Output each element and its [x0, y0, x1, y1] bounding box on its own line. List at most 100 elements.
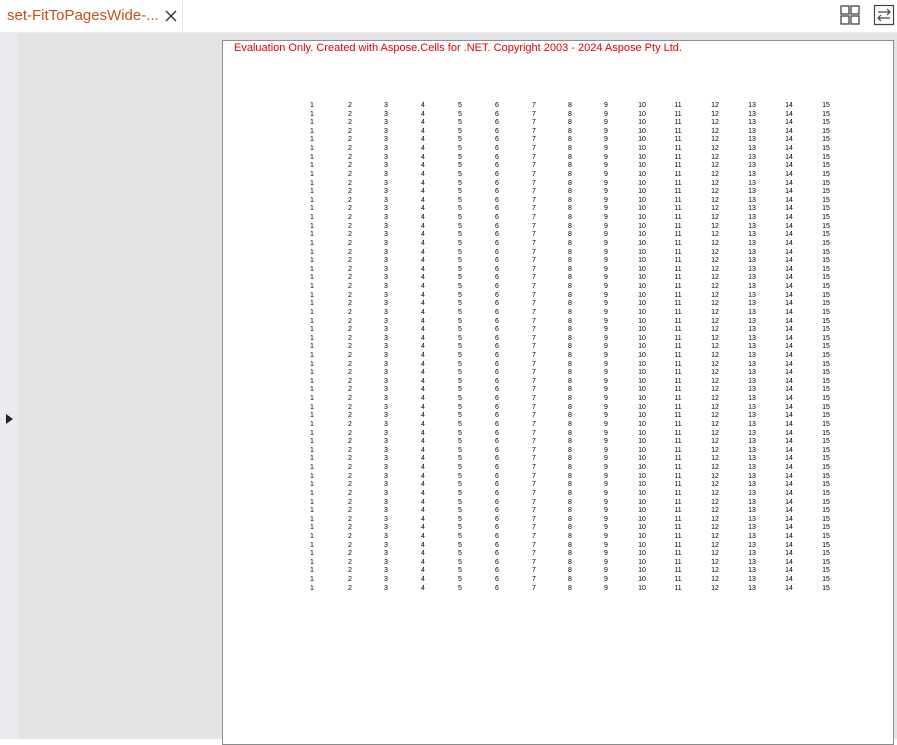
cell-value: 4: [421, 136, 425, 144]
cell-value: 3: [384, 196, 388, 204]
cell-value: 14: [785, 248, 793, 256]
cell-value: 3: [384, 576, 388, 584]
cell-value: 4: [421, 515, 425, 523]
cell-value: 1: [310, 265, 314, 273]
cell-value: 3: [384, 239, 388, 247]
cell-value: 6: [495, 188, 499, 196]
cell-value: 13: [748, 214, 756, 222]
cell-value: 11: [674, 507, 682, 515]
cell-value: 11: [674, 188, 682, 196]
cell-value: 7: [532, 429, 536, 437]
cell-value: 7: [532, 274, 536, 282]
cell-value: 7: [532, 576, 536, 584]
cell-value: 2: [348, 248, 352, 256]
cell-value: 2: [348, 343, 352, 351]
cell-value: 6: [495, 515, 499, 523]
cell-value: 4: [421, 231, 425, 239]
cell-value: 15: [822, 420, 830, 428]
cell-value: 3: [384, 369, 388, 377]
cell-value: 2: [348, 326, 352, 334]
cell-value: 5: [458, 395, 462, 403]
cell-value: 10: [638, 403, 646, 411]
cell-value: 9: [604, 343, 608, 351]
cell-value: 1: [310, 257, 314, 265]
cell-value: 11: [674, 265, 682, 273]
cell-value: 14: [785, 412, 793, 420]
cell-value: 2: [348, 317, 352, 325]
cell-value: 9: [604, 498, 608, 506]
cell-value: 6: [495, 386, 499, 394]
close-icon[interactable]: [164, 9, 178, 23]
expand-panel-icon[interactable]: [4, 413, 14, 425]
cell-value: 5: [458, 145, 462, 153]
cell-value: 8: [568, 317, 572, 325]
cell-value: 1: [310, 489, 314, 497]
cell-value: 15: [822, 533, 830, 540]
spreadsheet-page: Evaluation Only. Created with Aspose.Cel…: [222, 40, 894, 745]
cell-value: 13: [748, 533, 756, 540]
cell-value: 12: [711, 533, 719, 540]
cell-value: 14: [785, 377, 793, 385]
cell-value: 10: [638, 153, 646, 161]
cell-value: 2: [348, 360, 352, 368]
cell-value: 10: [638, 343, 646, 351]
cell-value: 4: [421, 481, 425, 489]
cell-value: 5: [458, 343, 462, 351]
cell-value: 13: [748, 231, 756, 239]
cell-value: 7: [532, 239, 536, 247]
cell-value: 5: [458, 102, 462, 109]
cell-value: 7: [532, 464, 536, 472]
cell-value: 3: [384, 541, 388, 549]
cell-value: 6: [495, 403, 499, 411]
cell-value: 1: [310, 533, 314, 540]
cell-value: 8: [568, 300, 572, 308]
cell-value: 5: [458, 283, 462, 291]
cell-value: 9: [604, 489, 608, 497]
cell-value: 6: [495, 153, 499, 161]
cell-value: 12: [711, 119, 719, 127]
cell-value: 13: [748, 550, 756, 558]
cell-value: 6: [495, 274, 499, 282]
cell-value: 2: [348, 231, 352, 239]
cell-value: 12: [711, 576, 719, 584]
cell-value: 6: [495, 420, 499, 428]
cell-value: 12: [711, 136, 719, 144]
cell-value: 1: [310, 360, 314, 368]
cell-value: 2: [348, 102, 352, 109]
cell-value: 3: [384, 170, 388, 178]
cell-value: 14: [785, 179, 793, 187]
cell-value: 2: [348, 170, 352, 178]
cell-value: 12: [711, 377, 719, 385]
cell-value: 12: [711, 300, 719, 308]
cell-value: 10: [638, 283, 646, 291]
cell-value: 4: [421, 102, 425, 109]
cell-value: 4: [421, 420, 425, 428]
cell-value: 4: [421, 438, 425, 446]
cell-value: 8: [568, 550, 572, 558]
cell-value: 11: [674, 403, 682, 411]
cell-value: 8: [568, 127, 572, 135]
cell-value: 15: [822, 162, 830, 170]
cell-value: 3: [384, 231, 388, 239]
cell-value: 15: [822, 446, 830, 454]
cell-value: 9: [604, 386, 608, 394]
cell-value: 13: [748, 317, 756, 325]
cell-value: 2: [348, 395, 352, 403]
cell-value: 14: [785, 239, 793, 247]
document-tab[interactable]: set-FitToPagesWide-...: [0, 0, 183, 33]
switch-view-icon[interactable]: [873, 4, 895, 26]
grid-view-icon[interactable]: [839, 4, 861, 26]
cell-value: 12: [711, 317, 719, 325]
cell-value: 9: [604, 429, 608, 437]
cell-value: 9: [604, 274, 608, 282]
cell-value: 5: [458, 524, 462, 532]
cell-value: 6: [495, 429, 499, 437]
cell-value: 14: [785, 127, 793, 135]
cell-value: 13: [748, 326, 756, 334]
cell-value: 11: [674, 110, 682, 118]
cell-value: 6: [495, 317, 499, 325]
cell-value: 11: [674, 558, 682, 566]
cell-value: 5: [458, 179, 462, 187]
cell-value: 10: [638, 386, 646, 394]
cell-value: 7: [532, 257, 536, 265]
